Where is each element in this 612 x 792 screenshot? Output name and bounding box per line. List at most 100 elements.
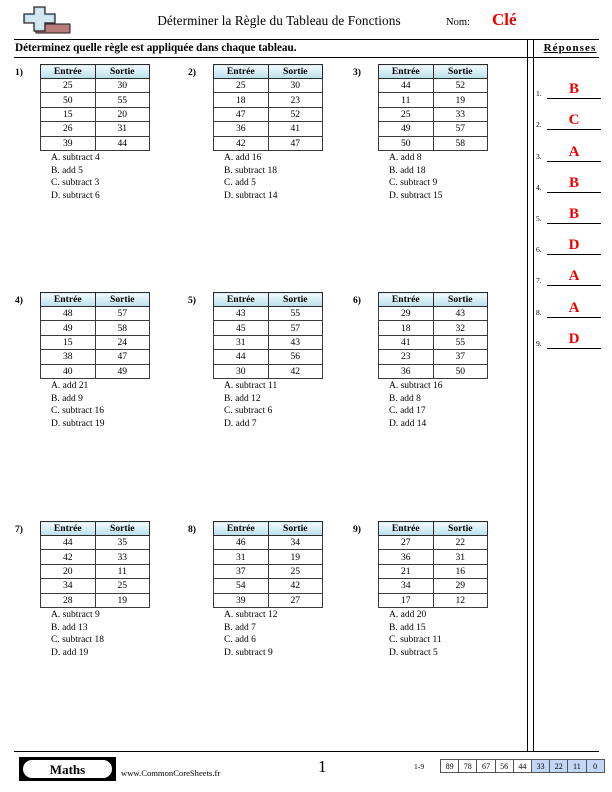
column-header-input: Entrée bbox=[213, 292, 269, 307]
answer-value: D bbox=[568, 237, 580, 254]
table-row: 15 20 bbox=[40, 106, 150, 123]
cell-input: 38 bbox=[40, 349, 96, 365]
table-row: 36 41 bbox=[213, 121, 323, 137]
choice-list: A. subtract 9 B. add 13 C. subtract 18 D. a… bbox=[51, 609, 104, 659]
cell-output: 31 bbox=[432, 549, 488, 565]
choice-list: A. subtract 11 B. add 12 C. subtract 6 D. a… bbox=[224, 380, 277, 430]
answer-value: A bbox=[568, 268, 580, 285]
choice-option[interactable]: C. subtract 9 bbox=[389, 177, 443, 190]
table-row: 31 19 bbox=[213, 549, 323, 565]
choice-option[interactable]: C. subtract 6 bbox=[224, 405, 277, 418]
name-value[interactable]: Clé bbox=[492, 10, 517, 30]
answer-row[interactable]: 1. B bbox=[536, 68, 604, 100]
choice-option[interactable]: B. subtract 18 bbox=[224, 165, 278, 178]
table-row: 34 25 bbox=[40, 578, 150, 594]
cell-input: 29 bbox=[378, 305, 434, 322]
choice-option[interactable]: A. subtract 4 bbox=[51, 152, 100, 165]
cell-output: 58 bbox=[94, 320, 150, 336]
answer-row[interactable]: 9. D bbox=[536, 318, 604, 349]
cell-input: 26 bbox=[40, 121, 96, 137]
table-row: 42 47 bbox=[213, 135, 323, 151]
choice-option[interactable]: A. add 16 bbox=[224, 152, 278, 165]
choice-option[interactable]: A. subtract 16 bbox=[389, 380, 443, 393]
choice-option[interactable]: A. add 20 bbox=[389, 609, 442, 622]
choice-option[interactable]: B. add 13 bbox=[51, 622, 104, 635]
choice-option[interactable]: C. add 6 bbox=[224, 634, 278, 647]
column-header-input: Entrée bbox=[213, 521, 269, 536]
choice-option[interactable]: C. subtract 11 bbox=[389, 634, 442, 647]
choice-option[interactable]: D. subtract 15 bbox=[389, 190, 443, 203]
cell-output: 19 bbox=[94, 592, 150, 608]
choice-option[interactable]: B. add 9 bbox=[51, 393, 105, 406]
choice-option[interactable]: C. subtract 3 bbox=[51, 177, 100, 190]
choice-option[interactable]: D. add 7 bbox=[224, 418, 277, 431]
answer-row[interactable]: 7. A bbox=[536, 255, 604, 287]
cell-input: 42 bbox=[213, 135, 269, 151]
answer-row[interactable]: 2. C bbox=[536, 99, 604, 131]
cell-output: 19 bbox=[267, 549, 323, 565]
table-row: 54 42 bbox=[213, 578, 323, 594]
choice-option[interactable]: C. add 5 bbox=[224, 177, 278, 190]
cell-input: 39 bbox=[40, 135, 96, 151]
answer-row[interactable]: 3. A bbox=[536, 130, 604, 162]
cell-input: 18 bbox=[213, 92, 269, 108]
choice-option[interactable]: B. add 12 bbox=[224, 393, 277, 406]
choice-option[interactable]: C. subtract 18 bbox=[51, 634, 104, 647]
choice-option[interactable]: A. add 8 bbox=[389, 152, 443, 165]
cell-input: 46 bbox=[213, 534, 269, 551]
choice-option[interactable]: D. add 19 bbox=[51, 647, 104, 660]
cell-output: 33 bbox=[94, 549, 150, 565]
choice-option[interactable]: D. subtract 5 bbox=[389, 647, 442, 660]
cell-output: 29 bbox=[432, 578, 488, 594]
table-row: 42 33 bbox=[40, 549, 150, 565]
table-row: 50 58 bbox=[378, 135, 488, 151]
cell-input: 44 bbox=[213, 349, 269, 365]
choice-option[interactable]: D. subtract 14 bbox=[224, 190, 278, 203]
choice-option[interactable]: B. add 7 bbox=[224, 622, 278, 635]
cell-input: 15 bbox=[40, 334, 96, 351]
choice-option[interactable]: B. add 15 bbox=[389, 622, 442, 635]
choice-option[interactable]: A. subtract 9 bbox=[51, 609, 104, 622]
choice-option[interactable]: D. add 14 bbox=[389, 418, 443, 431]
choice-option[interactable]: B. add 18 bbox=[389, 165, 443, 178]
question-number: 3) bbox=[353, 67, 361, 78]
choice-option[interactable]: B. add 5 bbox=[51, 165, 100, 178]
cell-output: 58 bbox=[432, 135, 488, 151]
cell-output: 57 bbox=[267, 320, 323, 336]
cell-output: 44 bbox=[94, 135, 150, 151]
score-cell: 33 bbox=[530, 759, 551, 773]
score-cell: 0 bbox=[585, 759, 605, 773]
table-row: 44 52 bbox=[378, 77, 488, 94]
answer-row[interactable]: 6. D bbox=[536, 224, 604, 256]
answer-row[interactable]: 8. A bbox=[536, 286, 604, 318]
question-number: 4) bbox=[15, 295, 23, 306]
website-link[interactable]: www.CommonCoreSheets.fr bbox=[121, 768, 220, 778]
plus-and-bar-logo-icon bbox=[14, 6, 74, 36]
choice-option[interactable]: D. subtract 9 bbox=[224, 647, 278, 660]
choice-option[interactable]: D. subtract 19 bbox=[51, 418, 105, 431]
cell-output: 42 bbox=[267, 578, 323, 594]
cell-input: 34 bbox=[378, 578, 434, 594]
answer-row[interactable]: 4. B bbox=[536, 162, 604, 193]
column-header-input: Entrée bbox=[378, 521, 434, 536]
answer-value: B bbox=[568, 174, 579, 191]
cell-input: 47 bbox=[213, 106, 269, 123]
answer-blank-line bbox=[547, 347, 601, 349]
brand-oval: Maths bbox=[23, 760, 112, 778]
cell-input: 42 bbox=[40, 549, 96, 565]
column-header-input: Entrée bbox=[40, 521, 96, 536]
choice-option[interactable]: C. add 17 bbox=[389, 405, 443, 418]
cell-output: 33 bbox=[432, 106, 488, 123]
function-table: Entrée Sortie 29 43 18 32 41 55 23 37 36 50 bbox=[378, 292, 488, 379]
choice-option[interactable]: D. subtract 6 bbox=[51, 190, 100, 203]
answer-row[interactable]: 5. B bbox=[536, 193, 604, 224]
choice-option[interactable]: B. add 8 bbox=[389, 393, 443, 406]
cell-output: 41 bbox=[267, 121, 323, 137]
choice-option[interactable]: C. subtract 16 bbox=[51, 405, 105, 418]
cell-input: 27 bbox=[378, 534, 434, 551]
cell-output: 49 bbox=[94, 363, 150, 379]
choice-option[interactable]: A. subtract 12 bbox=[224, 609, 278, 622]
choice-option[interactable]: A. subtract 11 bbox=[224, 380, 277, 393]
choice-option[interactable]: A. add 21 bbox=[51, 380, 105, 393]
cell-input: 54 bbox=[213, 578, 269, 594]
